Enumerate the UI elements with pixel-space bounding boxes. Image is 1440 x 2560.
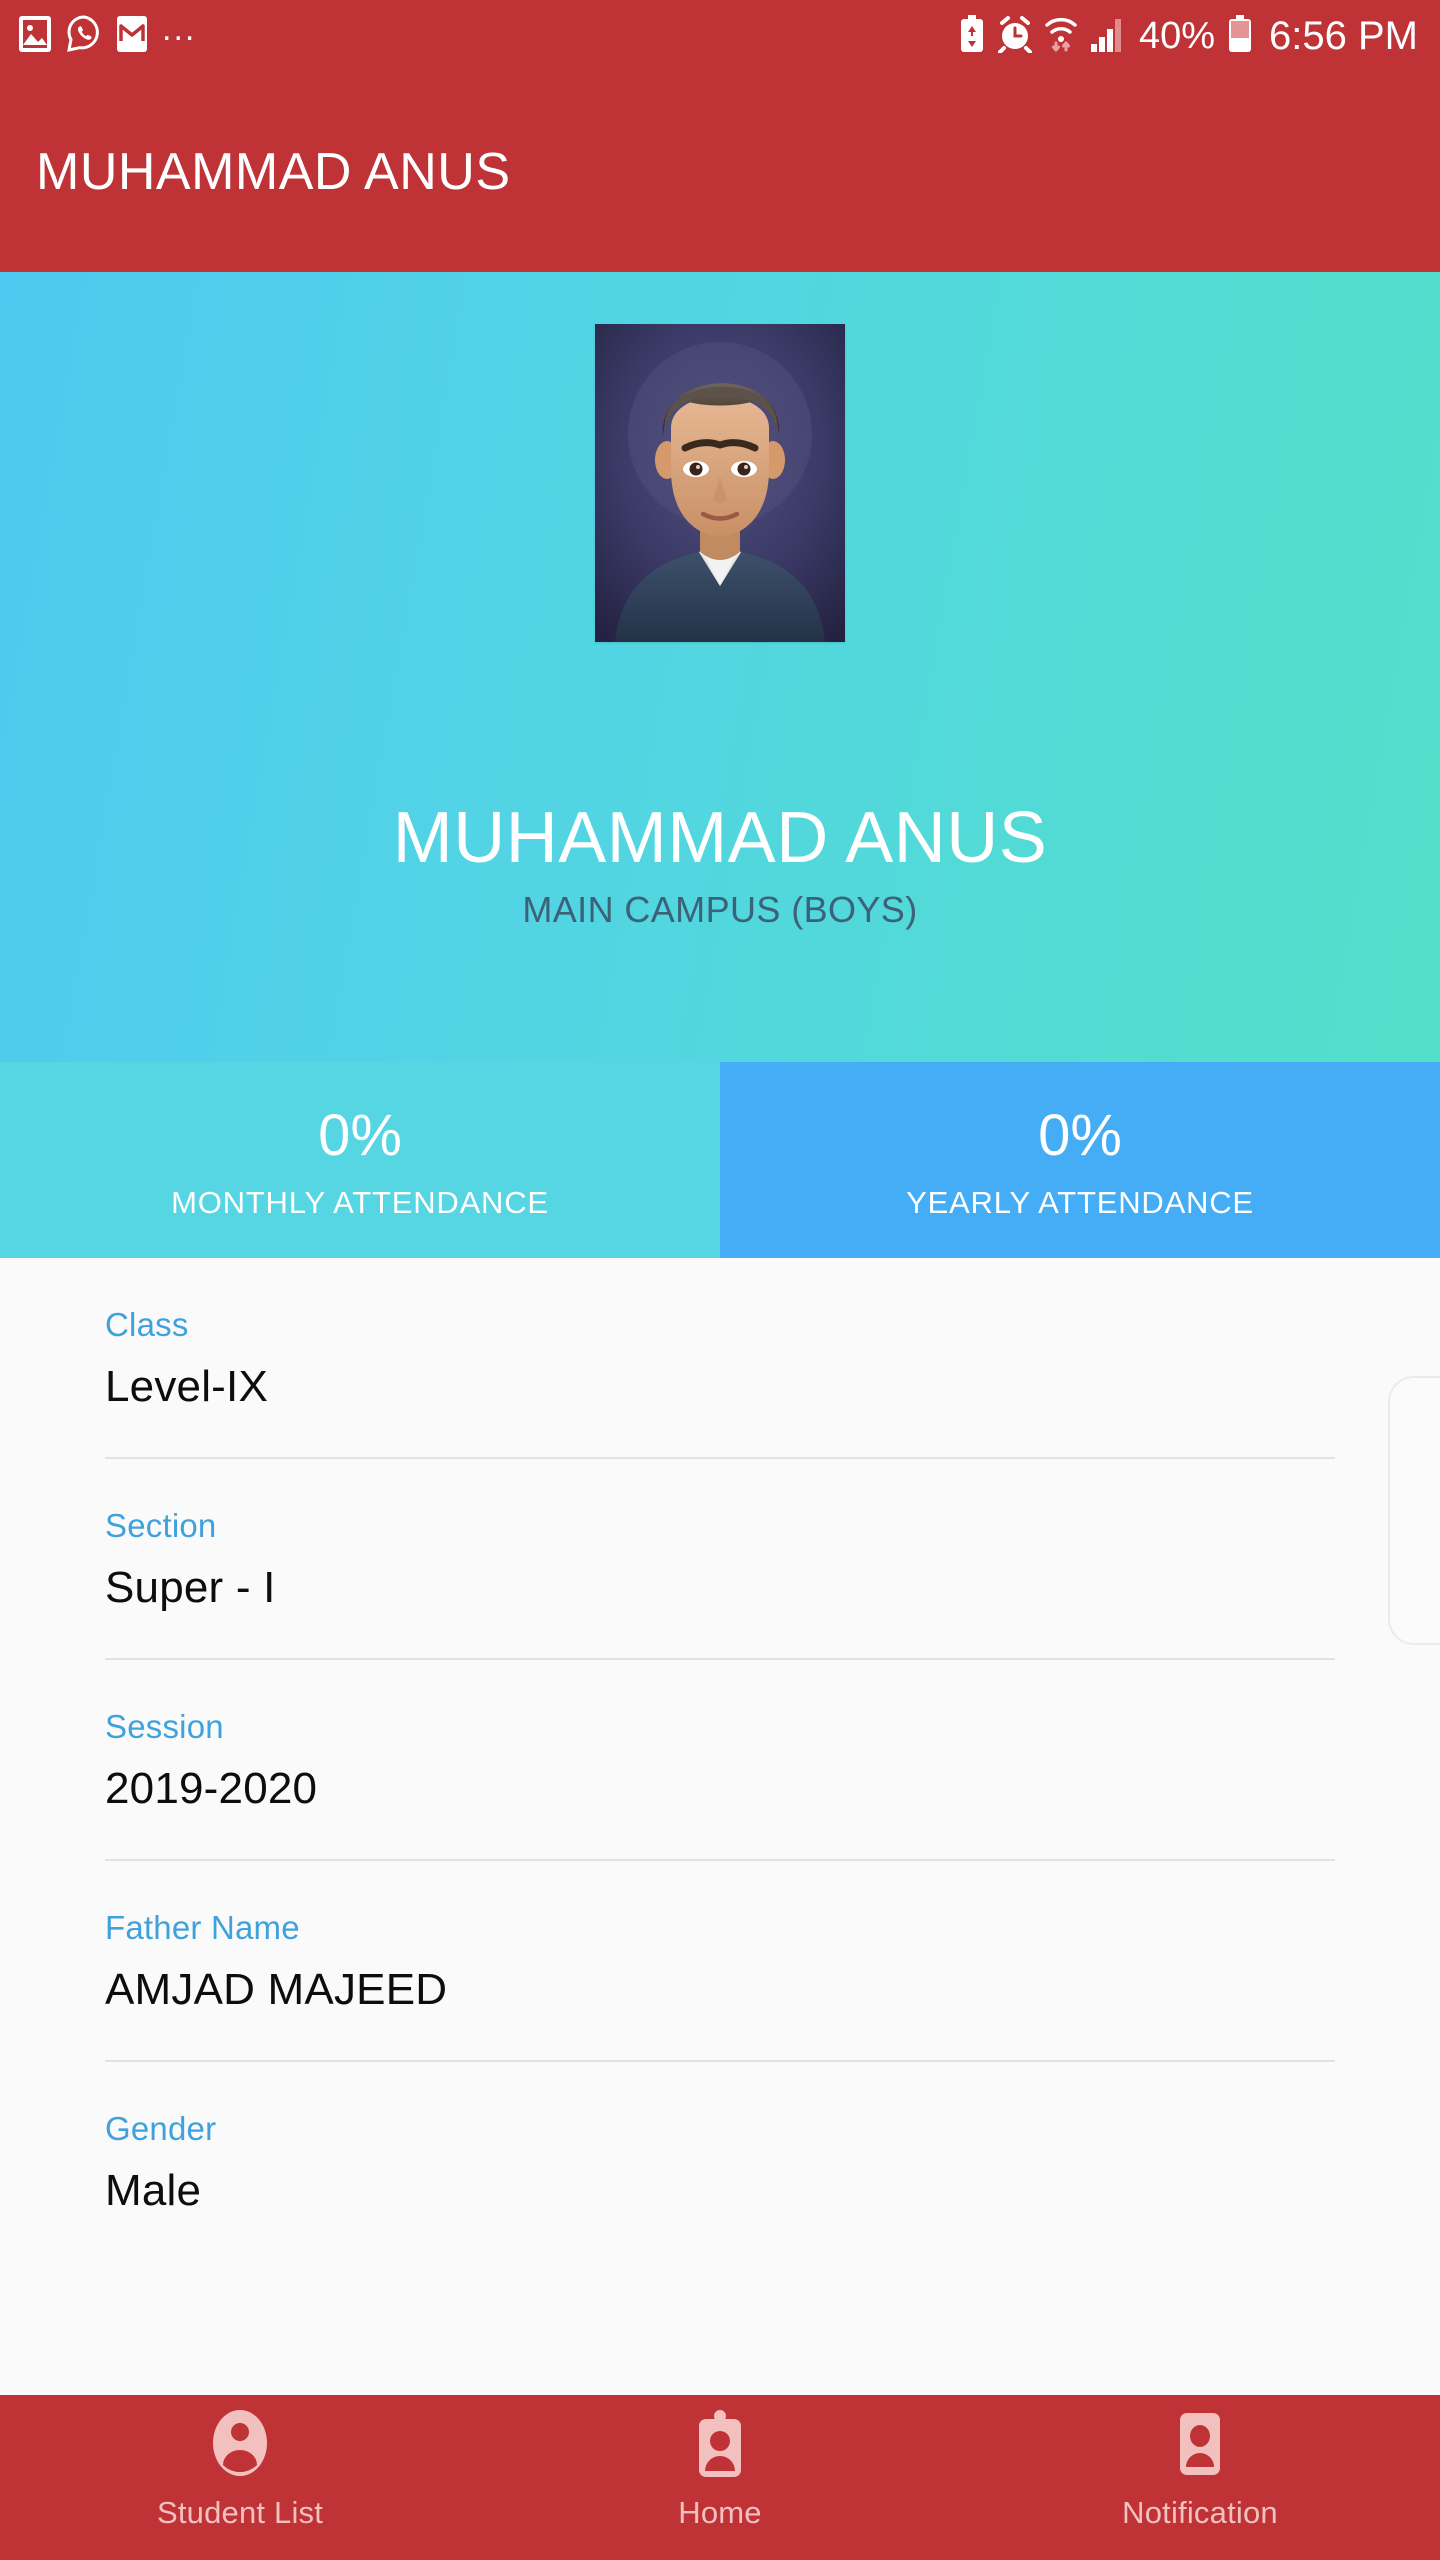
detail-label: Section [105,1507,217,1544]
gmail-icon [116,15,148,58]
nav-item-notification[interactable]: Notification [960,2409,1440,2528]
detail-value: Super - I [105,1563,276,1612]
detail-field-session: Session 2019-2020 [105,1660,1335,1861]
status-bar-left: ... [18,10,197,58]
photos-icon [18,15,52,58]
battery-percent-label: 40% [1138,14,1216,57]
yearly-attendance-value: 0% [1038,1102,1122,1168]
student-details-list[interactable]: Class Level-IX Section Super - I Session… [0,1258,1440,2398]
nav-item-student-list[interactable]: Student List [0,2409,480,2528]
nav-label: Student List [156,2495,324,2530]
status-overflow-dots: ... [162,10,197,48]
nav-label: Home [678,2495,762,2530]
detail-label: Father Name [105,1909,300,1946]
detail-field-class: Class Level-IX [105,1258,1335,1459]
profile-hero: MUHAMMAD ANUS MAIN CAMPUS (BOYS) [0,272,1440,1062]
detail-field-section: Section Super - I [105,1459,1335,1660]
monthly-attendance-card[interactable]: 0% MONTHLY ATTENDANCE [0,1062,720,1258]
yearly-attendance-label: YEARLY ATTENDANCE [906,1184,1254,1220]
scroll-card-edge [1388,1376,1440,1645]
status-bar-right: 40% 6:56 PM [959,14,1418,59]
id-badge-icon [691,2409,749,2483]
battery-icon [1228,14,1252,58]
detail-field-gender: Gender Male [105,2062,1335,2213]
clock-time: 6:56 PM [1269,13,1418,58]
attendance-summary: 0% MONTHLY ATTENDANCE 0% YEARLY ATTENDAN… [0,1062,1440,1258]
monthly-attendance-label: MONTHLY ATTENDANCE [171,1184,549,1220]
student-name: MUHAMMAD ANUS [392,798,1048,878]
whatsapp-icon [66,14,102,58]
detail-label: Session [105,1708,224,1745]
detail-field-father-name: Father Name AMJAD MAJEED [105,1861,1335,2062]
detail-value: AMJAD MAJEED [105,1965,448,2014]
status-bar: ... 40% 6:56 PM [0,0,1440,72]
detail-value: Level-IX [105,1362,269,1411]
wifi-icon [1045,14,1077,59]
avatar [595,324,845,642]
detail-value: Male [105,2166,202,2215]
detail-value: 2019-2020 [105,1764,318,1813]
person-circle-icon [209,2409,271,2483]
nav-item-home[interactable]: Home [480,2409,960,2528]
bottom-navigation: Student List Home Notification [0,2395,1440,2560]
app-screen: ... 40% 6:56 PM MUHAMMAD ANUS MUHAMMAD A… [0,0,1440,2560]
app-bar: MUHAMMAD ANUS [0,72,1440,272]
alarm-icon [997,15,1032,58]
yearly-attendance-card[interactable]: 0% YEARLY ATTENDANCE [720,1062,1440,1258]
nav-label: Notification [1122,2495,1278,2530]
detail-label: Gender [105,2110,217,2147]
signal-icon [1090,15,1124,58]
monthly-attendance-value: 0% [318,1102,402,1168]
page-title: MUHAMMAD ANUS [36,143,511,201]
contact-card-icon [1173,2409,1227,2483]
detail-label: Class [105,1306,189,1343]
student-campus: MAIN CAMPUS (BOYS) [522,889,918,930]
battery-saver-icon [959,14,985,58]
